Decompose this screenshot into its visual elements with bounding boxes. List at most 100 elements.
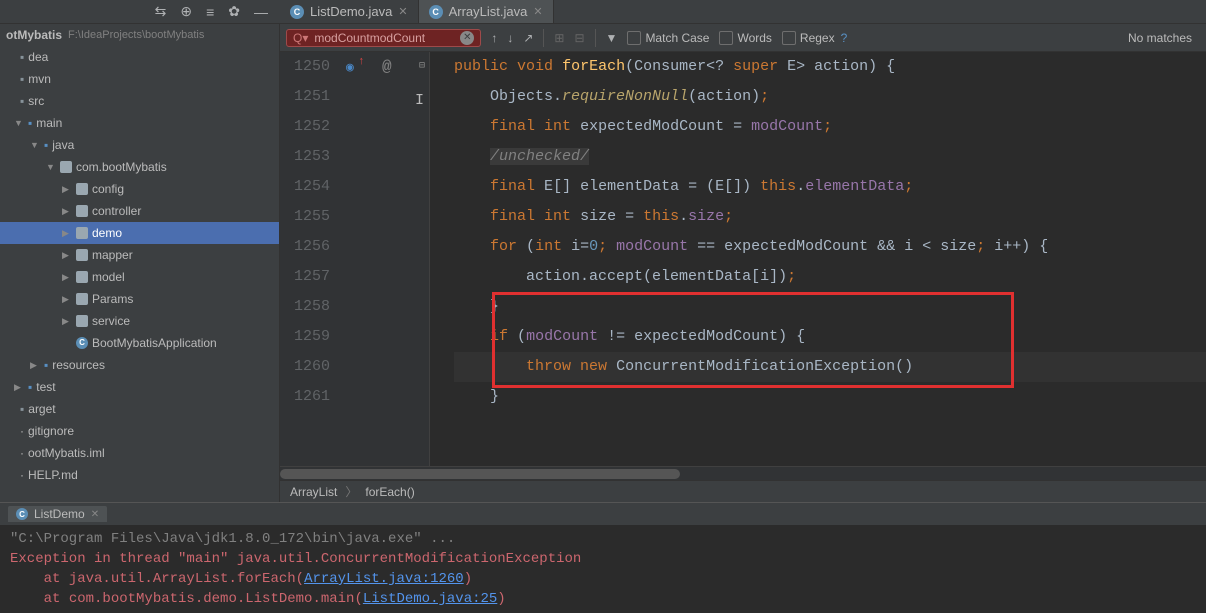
tree-item-help-md[interactable]: ·HELP.md (0, 464, 279, 486)
match-case-option[interactable]: Match Case (627, 31, 709, 45)
prev-match-icon[interactable]: ↑ (491, 31, 497, 45)
code-line[interactable]: final int size = this.size; (454, 202, 1206, 232)
gear-icon[interactable]: ✿ (228, 3, 240, 20)
find-bar: Q▾ ✕ ↑ ↓ ↗ ⊞ ⊟ ▼ Match Case Words Regex? (280, 24, 1206, 52)
breadcrumb[interactable]: ArrayList 〉 forEach() (280, 480, 1206, 502)
tree-item-arget[interactable]: ▪arget (0, 398, 279, 420)
collapse-icon[interactable]: ≡ (206, 4, 214, 20)
tree-label: mvn (28, 68, 51, 90)
regex-option[interactable]: Regex? (782, 31, 847, 45)
tree-label: ootMybatis.iml (28, 442, 105, 464)
package-icon (76, 227, 88, 239)
project-header[interactable]: otMybatis F:\IdeaProjects\bootMybatis (0, 24, 279, 46)
console-tab-listdemo[interactable]: C ListDemo ✕ (8, 506, 107, 522)
folder-icon: ▪ (20, 90, 24, 112)
folder-icon: ▪ (20, 68, 24, 90)
code-line[interactable]: } (454, 292, 1206, 322)
tree-label: config (92, 178, 124, 200)
code-line[interactable]: public void forEach(Consumer<? super E> … (454, 52, 1206, 82)
console-panel: C ListDemo ✕ "C:\Program Files\Java\jdk1… (0, 502, 1206, 613)
select-all-icon[interactable]: ⊟ (574, 31, 584, 45)
code-line[interactable]: throw new ConcurrentModificationExceptio… (454, 352, 1206, 382)
clear-search-icon[interactable]: ✕ (460, 31, 474, 45)
code-line[interactable]: for (int i=0; modCount == expectedModCou… (454, 232, 1206, 262)
tree-label: com.bootMybatis (76, 156, 167, 178)
up-arrow-icon: ↑ (358, 56, 365, 68)
search-input[interactable] (314, 31, 454, 45)
console-tabs: C ListDemo ✕ (0, 503, 1206, 525)
tree-item-model[interactable]: ▶model (0, 266, 279, 288)
file-icon: · (20, 464, 24, 486)
text-cursor-icon: I (415, 92, 424, 109)
folder-icon: ▪ (20, 46, 24, 68)
console-output[interactable]: "C:\Program Files\Java\jdk1.8.0_172\bin\… (0, 525, 1206, 613)
editor-body[interactable]: 1250125112521253125412551256125712581259… (280, 52, 1206, 466)
line-number: 1260 (280, 352, 330, 382)
line-number: 1258 (280, 292, 330, 322)
tree-item-controller[interactable]: ▶controller (0, 200, 279, 222)
tree-item-java[interactable]: ▼▪java (0, 134, 279, 156)
tree-label: HELP.md (28, 464, 78, 486)
code-line[interactable]: action.accept(elementData[i]); (454, 262, 1206, 292)
tree-item-bootmybatisapplication[interactable]: CBootMybatisApplication (0, 332, 279, 354)
code-line[interactable]: if (modCount != expectedModCount) { (454, 322, 1206, 352)
tree-item-ootmybatis-iml[interactable]: ·ootMybatis.iml (0, 442, 279, 464)
close-icon[interactable]: ✕ (398, 5, 407, 18)
target-icon[interactable]: ⊕ (180, 3, 192, 20)
minimize-icon[interactable]: — (254, 4, 268, 20)
folder-icon: ▪ (20, 398, 24, 420)
java-class-icon: C (290, 5, 304, 19)
tree-label: java (52, 134, 74, 156)
scrollbar-thumb[interactable] (280, 469, 680, 479)
tree-item-params[interactable]: ▶Params (0, 288, 279, 310)
fold-icon[interactable]: ⊟ (419, 60, 425, 72)
tree-label: Params (92, 288, 133, 310)
override-marker-icon[interactable]: ◉ (346, 60, 354, 75)
line-number: 1255 (280, 202, 330, 232)
tree-item-dea[interactable]: ▪dea (0, 46, 279, 68)
tree-label: demo (92, 222, 122, 244)
folder-icon: ▪ (28, 112, 32, 134)
horizontal-scrollbar[interactable] (280, 466, 1206, 480)
tab-listdemo[interactable]: C ListDemo.java ✕ (280, 0, 419, 23)
tree-label: resources (52, 354, 105, 376)
tree-item-test[interactable]: ▶▪test (0, 376, 279, 398)
words-option[interactable]: Words (719, 31, 771, 45)
package-icon (60, 161, 72, 173)
tree-item-resources[interactable]: ▶▪resources (0, 354, 279, 376)
tree-label: controller (92, 200, 141, 222)
add-selection-icon[interactable]: ⊞ (554, 31, 564, 45)
tab-arraylist[interactable]: C ArrayList.java ✕ (419, 0, 554, 23)
tree-label: arget (28, 398, 55, 420)
tree-item-src[interactable]: ▪src (0, 90, 279, 112)
code-area[interactable]: public void forEach(Consumer<? super E> … (430, 52, 1206, 466)
code-line[interactable]: Objects.requireNonNull(action); (454, 82, 1206, 112)
horizontal-sliders-icon[interactable]: ⇆ (155, 3, 167, 20)
export-icon[interactable]: ↗ (523, 31, 533, 45)
tree-item-main[interactable]: ▼▪main (0, 112, 279, 134)
line-number: 1259 (280, 322, 330, 352)
tree-item-demo[interactable]: ▶demo (0, 222, 279, 244)
stack-link[interactable]: ListDemo.java:25 (363, 591, 497, 607)
stack-link[interactable]: ArrayList.java:1260 (304, 571, 464, 587)
tree-item-mvn[interactable]: ▪mvn (0, 68, 279, 90)
tree-item-service[interactable]: ▶service (0, 310, 279, 332)
filter-icon[interactable]: ▼ (606, 31, 618, 45)
code-line[interactable]: /unchecked/ (454, 142, 1206, 172)
code-line[interactable]: } (454, 382, 1206, 412)
tree-item-gitignore[interactable]: ·gitignore (0, 420, 279, 442)
search-icon: Q▾ (293, 31, 308, 45)
line-number: 1261 (280, 382, 330, 412)
tree-item-config[interactable]: ▶config (0, 178, 279, 200)
line-number: 1252 (280, 112, 330, 142)
close-icon[interactable]: ✕ (91, 509, 99, 520)
code-line[interactable]: final E[] elementData = (E[]) this.eleme… (454, 172, 1206, 202)
file-icon: · (20, 442, 24, 464)
tree-item-com-bootmybatis[interactable]: ▼com.bootMybatis (0, 156, 279, 178)
tree-item-mapper[interactable]: ▶mapper (0, 244, 279, 266)
close-icon[interactable]: ✕ (533, 5, 542, 18)
folder-icon: ▪ (44, 354, 48, 376)
tab-label: ArrayList.java (449, 4, 528, 19)
code-line[interactable]: final int expectedModCount = modCount; (454, 112, 1206, 142)
next-match-icon[interactable]: ↓ (507, 31, 513, 45)
